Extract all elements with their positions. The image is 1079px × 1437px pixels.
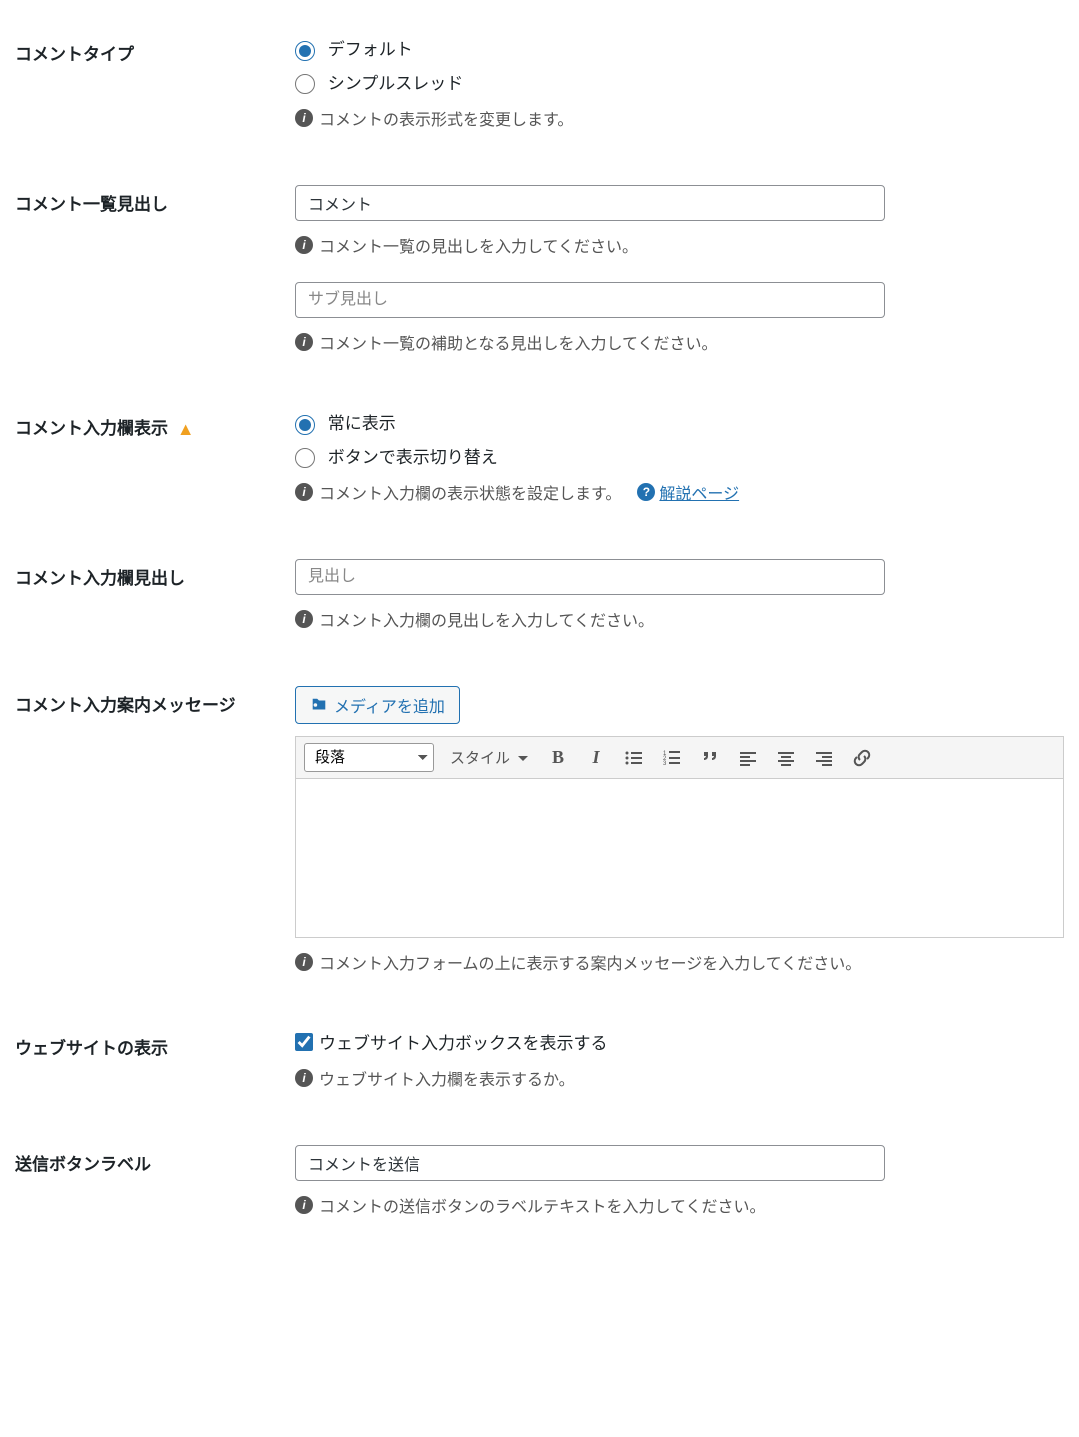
radio-label-default[interactable]: デフォルト [295, 35, 1064, 61]
radio-text-simple-thread: シンプルスレッド [328, 74, 464, 93]
desc-submit-button: i コメントの送信ボタンのラベルテキストを入力してください。 [295, 1193, 1064, 1217]
desc-text-submit: コメントの送信ボタンのラベルテキストを入力してください。 [319, 1193, 766, 1217]
label-text-comment-input-display: コメント入力欄表示 [15, 419, 168, 438]
numbered-list-button[interactable]: 123 [658, 744, 686, 772]
warning-icon: ▲ [177, 419, 195, 440]
desc-comment-list-subheading: i コメント一覧の補助となる見出しを入力してください。 [295, 330, 1064, 354]
paragraph-select[interactable]: 段落 [304, 743, 434, 772]
input-comment-list-subheading[interactable] [295, 282, 885, 318]
desc-comment-input-heading: i コメント入力欄の見出しを入力してください。 [295, 607, 1064, 631]
radio-comment-type-default[interactable] [295, 41, 315, 61]
comment-input-display-radio-group: 常に表示 ボタンで表示切り替え [295, 409, 1064, 468]
media-button-text: メディアを追加 [334, 693, 445, 717]
input-comment-list-heading[interactable] [295, 185, 885, 221]
bullet-list-button[interactable] [620, 744, 648, 772]
checkbox-label-website[interactable]: ウェブサイト入力ボックスを表示する [295, 1029, 1064, 1054]
help-link-input-display[interactable]: ? 解説ページ [637, 480, 739, 504]
radio-text-always: 常に表示 [328, 414, 396, 433]
desc-text-comment-guide: コメント入力フォームの上に表示する案内メッセージを入力してください。 [319, 950, 861, 974]
help-icon: ? [637, 483, 655, 501]
desc-text-comment-type: コメントの表示形式を変更します。 [319, 106, 573, 130]
align-left-button[interactable] [734, 744, 762, 772]
desc-comment-input-display: i コメント入力欄の表示状態を設定します。 ? 解説ページ [295, 480, 1064, 504]
desc-comment-type: i コメントの表示形式を変更します。 [295, 106, 1064, 130]
add-media-button[interactable]: メディアを追加 [295, 686, 460, 724]
desc-comment-list-heading: i コメント一覧の見出しを入力してください。 [295, 233, 1064, 257]
info-icon: i [295, 610, 313, 628]
style-dropdown[interactable]: スタイル [444, 743, 534, 772]
desc-text-input-display: コメント入力欄の表示状態を設定します。 [319, 480, 621, 504]
label-website-display: ウェブサイトの表示 [15, 1014, 295, 1130]
label-submit-button: 送信ボタンラベル [15, 1130, 295, 1257]
blockquote-button[interactable] [696, 744, 724, 772]
align-right-button[interactable] [810, 744, 838, 772]
desc-website-display: i ウェブサイト入力欄を表示するか。 [295, 1066, 1064, 1090]
radio-text-default: デフォルト [328, 40, 413, 59]
italic-button[interactable]: I [582, 744, 610, 772]
comment-type-radio-group: デフォルト シンプルスレッド [295, 35, 1064, 94]
desc-text-website: ウェブサイト入力欄を表示するか。 [319, 1066, 575, 1090]
label-comment-list-heading: コメント一覧見出し [15, 170, 295, 394]
desc-text-comment-list-subheading: コメント一覧の補助となる見出しを入力してください。 [319, 330, 718, 354]
info-icon: i [295, 236, 313, 254]
radio-label-simple-thread[interactable]: シンプルスレッド [295, 69, 1064, 95]
label-comment-type: コメントタイプ [15, 20, 295, 170]
input-submit-button-label[interactable] [295, 1145, 885, 1181]
info-icon: i [295, 953, 313, 971]
editor-toolbar: 段落 スタイル B I 123 [295, 736, 1064, 778]
radio-label-toggle[interactable]: ボタンで表示切り替え [295, 443, 1064, 469]
label-comment-input-heading: コメント入力欄見出し [15, 544, 295, 671]
info-icon: i [295, 1196, 313, 1214]
desc-text-comment-list-heading: コメント一覧の見出しを入力してください。 [319, 233, 638, 257]
info-icon: i [295, 333, 313, 351]
label-comment-guide: コメント入力案内メッセージ [15, 671, 295, 1014]
radio-label-always[interactable]: 常に表示 [295, 409, 1064, 435]
info-icon: i [295, 1069, 313, 1087]
align-center-button[interactable] [772, 744, 800, 772]
radio-input-display-always[interactable] [295, 415, 315, 435]
label-comment-input-display: コメント入力欄表示 ▲ [15, 394, 295, 544]
help-link-text: 解説ページ [659, 480, 739, 504]
info-icon: i [295, 483, 313, 501]
svg-text:3: 3 [663, 761, 667, 767]
checkbox-website-display[interactable] [295, 1033, 313, 1051]
bold-button[interactable]: B [544, 744, 572, 772]
info-icon: i [295, 109, 313, 127]
radio-text-toggle: ボタンで表示切り替え [328, 448, 498, 467]
desc-text-input-heading: コメント入力欄の見出しを入力してください。 [319, 607, 654, 631]
link-button[interactable] [848, 744, 876, 772]
input-comment-input-heading[interactable] [295, 559, 885, 595]
checkbox-text-website: ウェブサイト入力ボックスを表示する [319, 1029, 608, 1054]
radio-comment-type-simple-thread[interactable] [295, 74, 315, 94]
media-icon [310, 696, 328, 714]
radio-input-display-toggle[interactable] [295, 448, 315, 468]
desc-comment-guide: i コメント入力フォームの上に表示する案内メッセージを入力してください。 [295, 950, 1064, 974]
editor-content-area[interactable] [295, 778, 1064, 938]
